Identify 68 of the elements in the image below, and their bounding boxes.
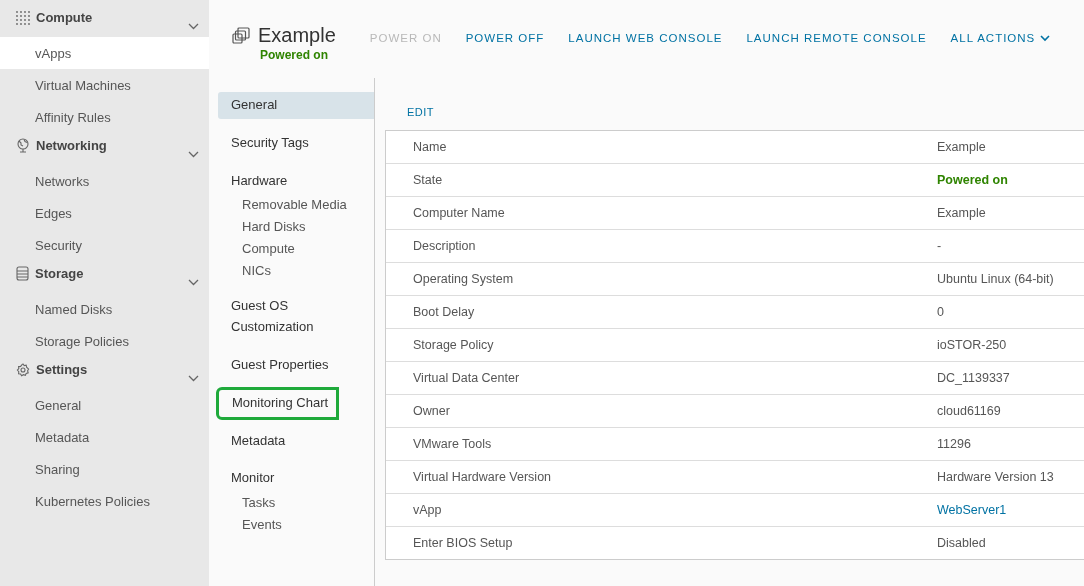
property-name: Storage Policy — [412, 338, 495, 352]
sidebar-group-header[interactable]: Compute — [0, 5, 209, 37]
sidebar-item[interactable]: Security — [0, 229, 209, 261]
property-name: Description — [412, 239, 477, 253]
property-value: DC_1139337 — [937, 371, 1011, 385]
sidebar-item[interactable]: Storage Policies — [0, 325, 209, 357]
sidebar-item[interactable]: General — [0, 389, 209, 421]
property-value: 0 — [937, 305, 945, 319]
sidebar-item[interactable]: Virtual Machines — [0, 69, 209, 101]
nav-item[interactable]: Hardware — [218, 167, 374, 195]
sidebar-item[interactable]: vApps — [0, 37, 209, 69]
property-name: Operating System — [412, 272, 515, 286]
nav-subitem[interactable]: NICs — [218, 260, 374, 283]
settings-icon — [16, 363, 30, 377]
nav-item[interactable]: Guest OS Customization — [218, 293, 374, 341]
property-link[interactable]: WebServer1 — [937, 503, 1084, 517]
property-name: VMware Tools — [412, 437, 493, 451]
sidebar-item[interactable]: Named Disks — [0, 293, 209, 325]
property-name: Computer Name — [412, 206, 506, 220]
grid-icon — [16, 11, 30, 25]
sidebar-item[interactable]: Networks — [0, 165, 209, 197]
property-value: Example — [937, 206, 987, 220]
sidebar-item[interactable]: Affinity Rules — [0, 101, 209, 133]
sidebar-group-header[interactable]: Settings — [0, 357, 209, 389]
property-value: Disabled — [937, 536, 987, 550]
property-name: Enter BIOS Setup — [412, 536, 514, 550]
property-name: Virtual Data Center — [412, 371, 521, 385]
edit-link[interactable]: EDIT — [407, 106, 435, 118]
sidebar-item[interactable]: Edges — [0, 197, 209, 229]
sidebar-item[interactable]: Metadata — [0, 421, 209, 453]
vapp-icon — [232, 26, 250, 45]
property-value: - — [937, 239, 943, 253]
action-button[interactable]: POWER OFF — [453, 32, 557, 44]
nav-item[interactable]: Monitoring Chart — [219, 389, 337, 417]
property-value: cloud61169 — [937, 404, 1002, 418]
nav-subitem[interactable]: Events — [218, 514, 374, 537]
property-value: Example — [937, 140, 987, 154]
property-name: Name — [412, 140, 448, 154]
nav-item[interactable]: General — [218, 92, 374, 119]
database-icon — [16, 266, 29, 281]
nav-item[interactable]: Guest Properties — [218, 352, 374, 379]
sidebar-group-header[interactable]: Storage — [0, 261, 209, 293]
property-value: Ubuntu Linux (64-bit) — [937, 272, 1055, 286]
action-button[interactable]: LAUNCH REMOTE CONSOLE — [734, 32, 939, 44]
sidebar-group-header[interactable]: Networking — [0, 133, 209, 165]
property-value: 11296 — [937, 437, 972, 451]
action-button[interactable]: ALL ACTIONS — [938, 32, 1063, 44]
property-value: ioSTOR-250 — [937, 338, 1008, 352]
property-name: Virtual Hardware Version — [412, 470, 553, 484]
nav-subitem[interactable]: Removable Media — [218, 194, 374, 217]
nav-subitem[interactable]: Compute — [218, 238, 374, 261]
page-title: Example — [258, 24, 336, 47]
nav-item[interactable]: Security Tags — [218, 129, 374, 157]
nav-item[interactable]: Monitor — [218, 465, 374, 493]
nav-subitem[interactable]: Hard Disks — [218, 216, 374, 239]
action-button[interactable]: LAUNCH WEB CONSOLE — [556, 32, 735, 44]
nav-item[interactable]: Metadata — [218, 427, 374, 455]
property-name: Owner — [412, 404, 451, 418]
property-name: vApp — [412, 503, 443, 517]
property-name: Boot Delay — [412, 305, 476, 319]
property-name: State — [412, 173, 444, 187]
globe-icon — [16, 138, 30, 153]
sidebar-item[interactable]: Kubernetes Policies — [0, 485, 209, 517]
power-status: Powered on — [260, 48, 329, 62]
nav-subitem[interactable]: Tasks — [218, 492, 374, 515]
property-value: Hardware Version 13 — [937, 470, 1055, 484]
property-value: Powered on — [937, 173, 1009, 187]
sidebar-item[interactable]: Sharing — [0, 453, 209, 485]
